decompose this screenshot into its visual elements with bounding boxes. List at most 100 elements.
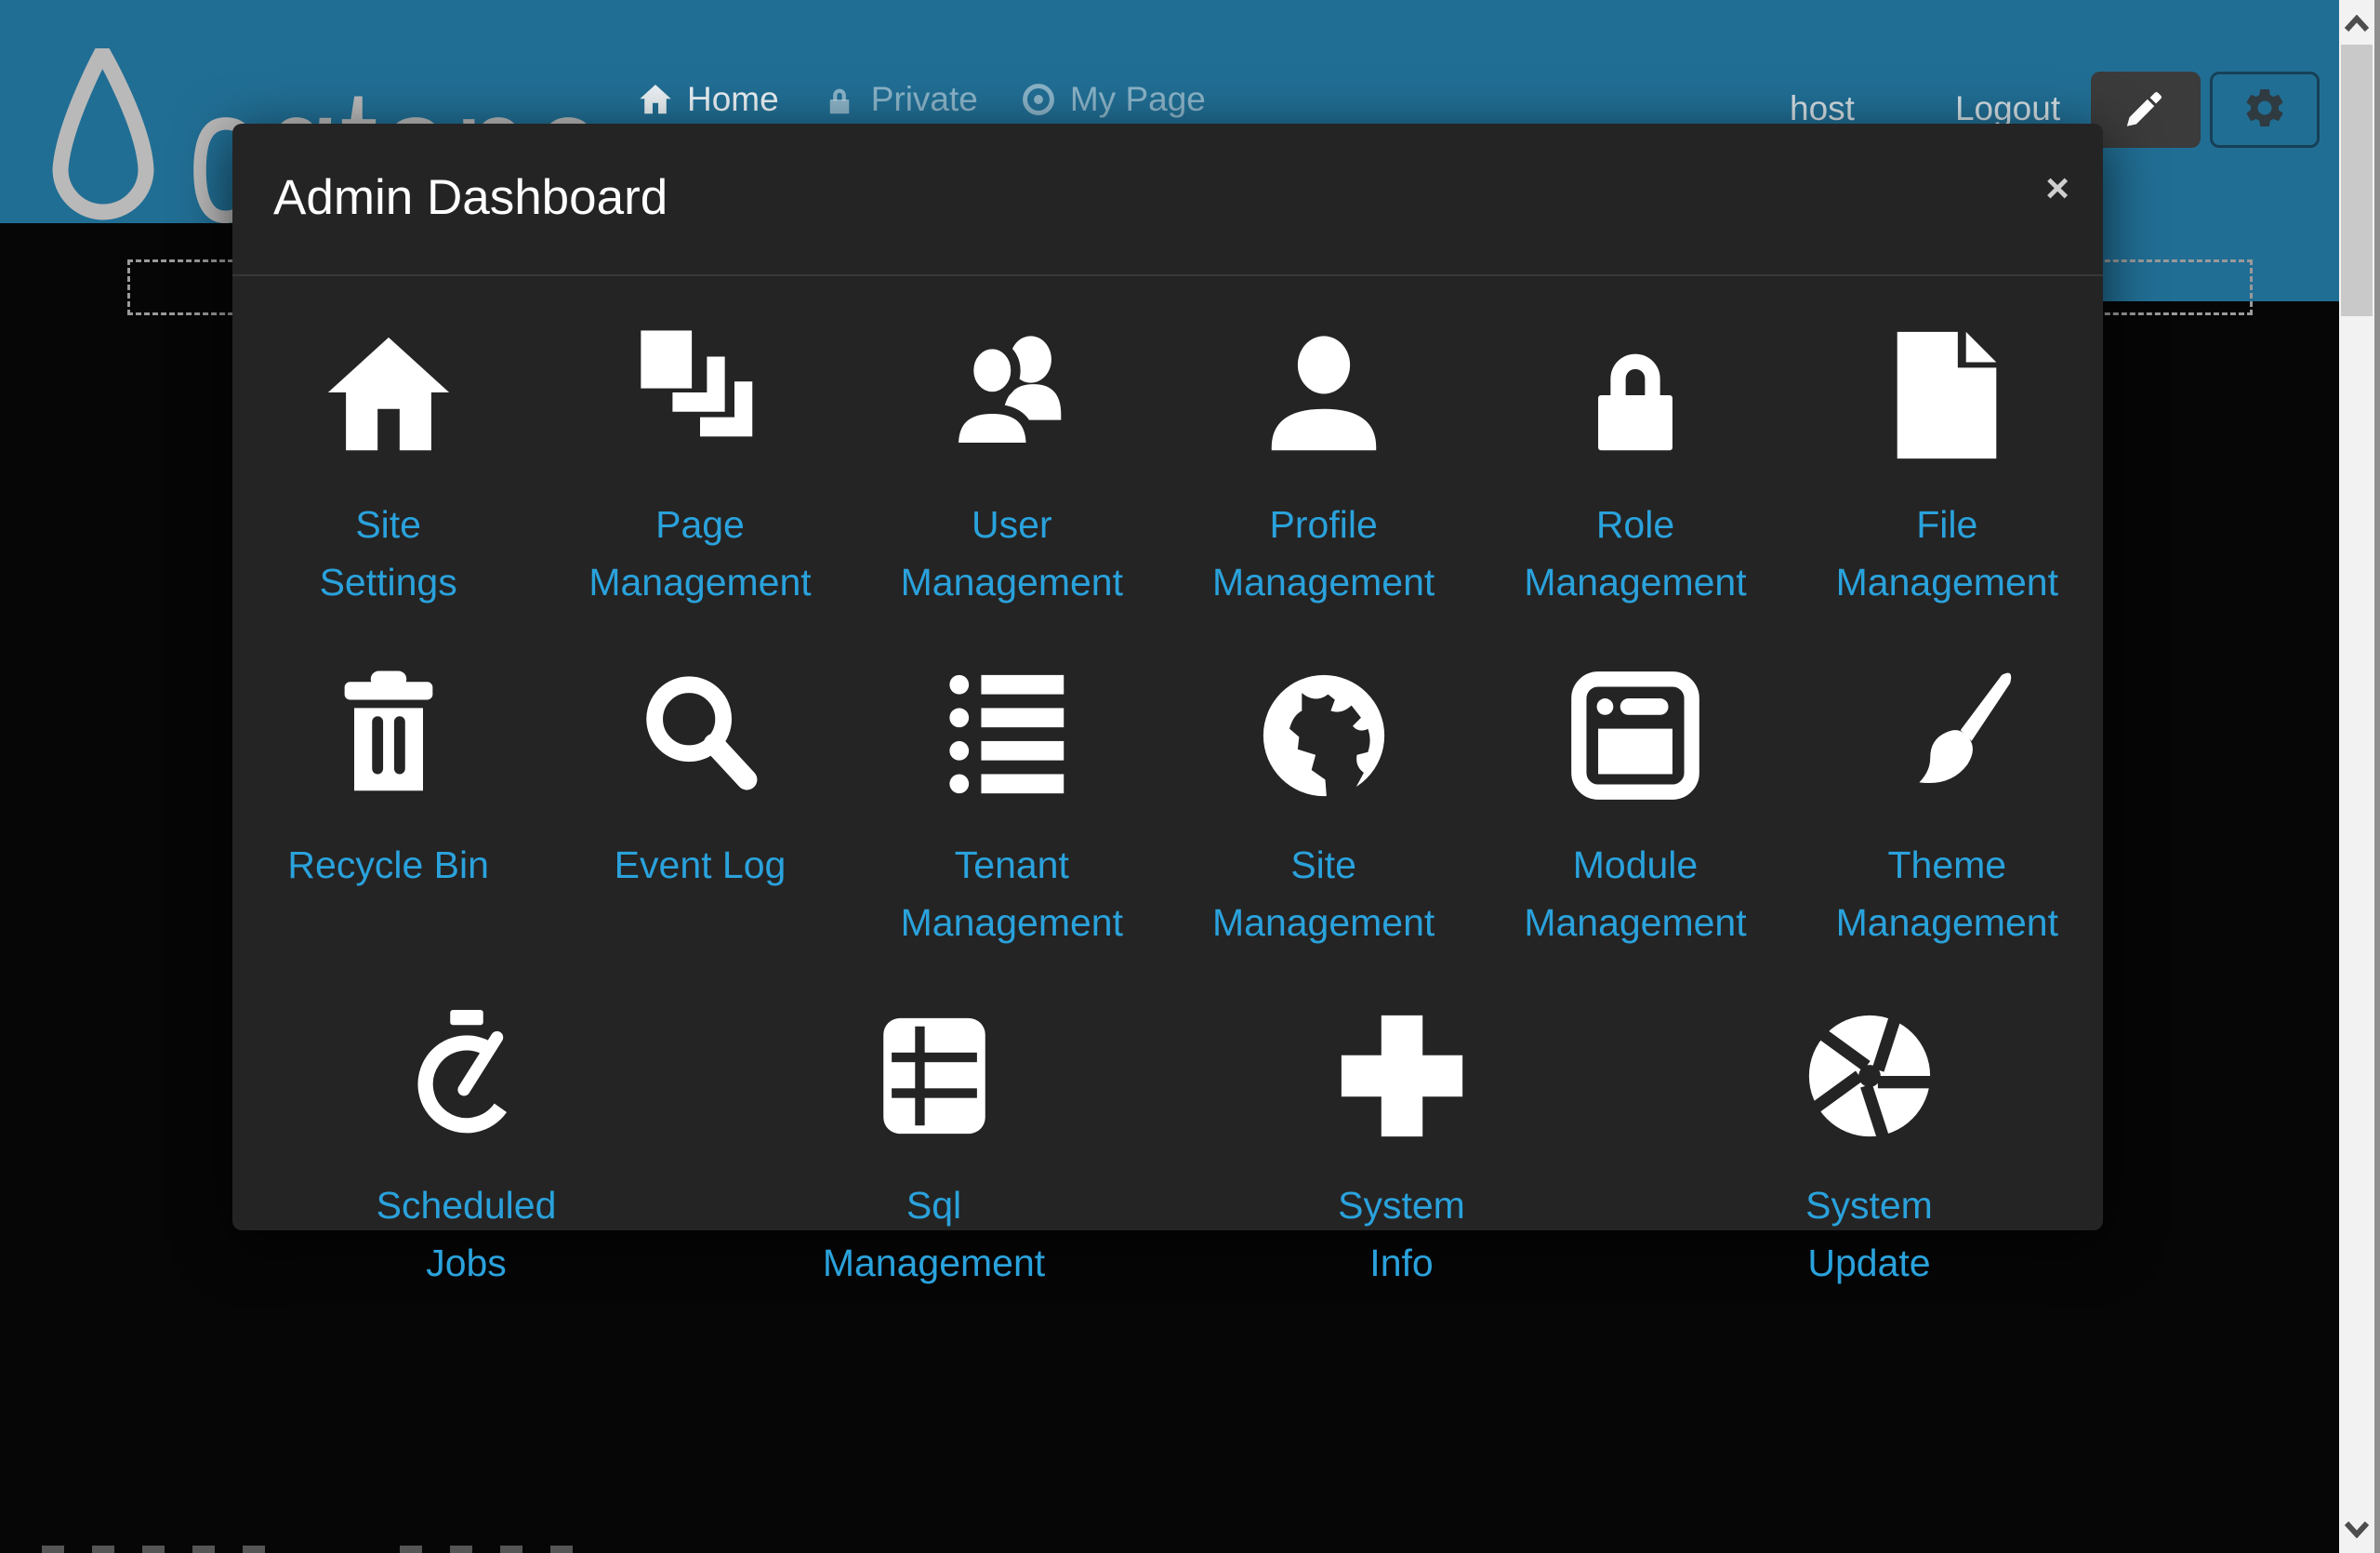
tile-label: UserManagement xyxy=(901,496,1123,611)
user-links: host Logout xyxy=(1790,89,2060,128)
clipped-bottom-content xyxy=(400,1546,600,1553)
scrollbar-thumb[interactable] xyxy=(2341,45,2373,316)
tile-label-line: Management xyxy=(901,553,1123,611)
search-icon xyxy=(631,657,769,814)
tile-label: ModuleManagement xyxy=(1524,836,1746,951)
admin-tile-tenant-management[interactable]: TenantManagement xyxy=(856,657,1168,957)
admin-tile-theme-management[interactable]: ThemeManagement xyxy=(1792,657,2103,957)
admin-tile-profile-management[interactable]: ProfileManagement xyxy=(1168,317,1479,617)
tile-row: SiteSettings PageManagement UserManageme… xyxy=(232,276,2103,617)
admin-tile-module-management[interactable]: ModuleManagement xyxy=(1479,657,1791,957)
tile-label: SqlManagement xyxy=(823,1176,1045,1292)
clipped-bottom-content xyxy=(42,1546,279,1553)
tile-label-line: Management xyxy=(1524,894,1746,951)
tile-label-line: Management xyxy=(901,894,1123,951)
file-icon xyxy=(1878,317,2016,473)
tile-label-line: Management xyxy=(1212,894,1435,951)
target-icon xyxy=(1021,82,1056,117)
globe-icon xyxy=(1255,657,1393,814)
close-icon[interactable]: × xyxy=(2045,168,2069,209)
tile-label: SystemUpdate xyxy=(1805,1176,1933,1292)
tile-label-line: Module xyxy=(1524,836,1746,894)
nav-item-private[interactable]: Private xyxy=(822,80,978,119)
tile-label: RoleManagement xyxy=(1524,496,1746,611)
nav-item-my-page[interactable]: My Page xyxy=(1021,80,1206,119)
admin-tile-site-settings[interactable]: SiteSettings xyxy=(232,317,544,617)
tile-label: ProfileManagement xyxy=(1212,496,1435,611)
admin-tile-user-management[interactable]: UserManagement xyxy=(856,317,1168,617)
tile-label-line: Management xyxy=(823,1234,1045,1292)
gear-icon xyxy=(2241,85,2288,136)
scroll-up-icon[interactable] xyxy=(2339,2,2374,45)
timer-icon xyxy=(398,998,536,1154)
admin-tile-recycle-bin[interactable]: Recycle Bin xyxy=(232,657,544,957)
tile-label-line: Role xyxy=(1524,496,1746,553)
vertical-scrollbar[interactable] xyxy=(2339,0,2380,1553)
pencil-icon xyxy=(2124,86,2167,134)
tile-label: PageManagement xyxy=(588,496,811,611)
admin-tile-role-management[interactable]: RoleManagement xyxy=(1479,317,1791,617)
person-icon xyxy=(1255,317,1393,473)
lock-icon xyxy=(1567,317,1704,473)
tile-label: SiteSettings xyxy=(320,496,457,611)
tile-label: Event Log xyxy=(615,836,787,894)
tile-label: ScheduledJobs xyxy=(377,1176,557,1292)
tile-label: FileManagement xyxy=(1836,496,2058,611)
tile-label-line: Jobs xyxy=(377,1234,557,1292)
list-icon xyxy=(943,657,1080,814)
admin-tile-grid: SiteSettings PageManagement UserManageme… xyxy=(232,276,2103,1297)
tile-label-line: Settings xyxy=(320,553,457,611)
tile-label: ThemeManagement xyxy=(1836,836,2058,951)
modal-header: Admin Dashboard × xyxy=(232,124,2103,276)
home-icon xyxy=(638,82,673,117)
tile-label-line: Management xyxy=(1836,894,2058,951)
scroll-down-icon[interactable] xyxy=(2339,1508,2374,1551)
admin-tile-scheduled-jobs[interactable]: ScheduledJobs xyxy=(232,998,700,1297)
admin-tile-page-management[interactable]: PageManagement xyxy=(544,317,855,617)
tile-label-line: Site xyxy=(320,496,457,553)
tile-label-line: User xyxy=(901,496,1123,553)
nav-item-label: Home xyxy=(687,80,779,119)
tile-label-line: System xyxy=(1805,1176,1933,1234)
edit-mode-button[interactable] xyxy=(2091,72,2201,148)
admin-dashboard-modal: Admin Dashboard × SiteSettings PageManag… xyxy=(232,124,2103,1230)
tile-label-line: Page xyxy=(588,496,811,553)
tile-row: Recycle Bin Event Log TenantManagement S… xyxy=(232,617,2103,957)
admin-tile-site-management[interactable]: SiteManagement xyxy=(1168,657,1479,957)
tile-label: TenantManagement xyxy=(901,836,1123,951)
tile-label-line: Update xyxy=(1805,1234,1933,1292)
tile-label-line: Management xyxy=(588,553,811,611)
admin-tile-event-log[interactable]: Event Log xyxy=(544,657,855,957)
admin-tile-system-info[interactable]: SystemInfo xyxy=(1168,998,1635,1297)
tile-label-line: Tenant xyxy=(901,836,1123,894)
modal-title: Admin Dashboard xyxy=(273,124,668,272)
tile-label-line: Recycle Bin xyxy=(287,836,488,894)
nav-item-label: My Page xyxy=(1070,80,1206,119)
logout-link[interactable]: Logout xyxy=(1955,89,2060,128)
tile-label-line: Event Log xyxy=(615,836,787,894)
tile-label-line: Sql xyxy=(823,1176,1045,1234)
tile-label-line: Management xyxy=(1212,553,1435,611)
admin-tile-file-management[interactable]: FileManagement xyxy=(1792,317,2103,617)
tile-label-line: Scheduled xyxy=(377,1176,557,1234)
shutter-icon xyxy=(1801,998,1938,1154)
tile-label: SiteManagement xyxy=(1212,836,1435,951)
main-nav: Home Private My Page xyxy=(638,80,1206,119)
table-icon xyxy=(866,998,1003,1154)
users-icon xyxy=(943,317,1080,473)
window-icon xyxy=(1567,657,1704,814)
nav-item-label: Private xyxy=(871,80,978,119)
control-panel-button[interactable] xyxy=(2210,72,2320,148)
lock-icon xyxy=(822,82,857,117)
tile-label-line: Management xyxy=(1524,553,1746,611)
tile-row: ScheduledJobs SqlManagementSystemInfo xyxy=(232,957,2103,1297)
tile-label-line: Info xyxy=(1338,1234,1465,1292)
admin-tile-sql-management[interactable]: SqlManagement xyxy=(700,998,1168,1297)
tile-label: Recycle Bin xyxy=(287,836,488,894)
tile-label-line: Profile xyxy=(1212,496,1435,553)
plus-icon xyxy=(1333,998,1471,1154)
nav-item-home[interactable]: Home xyxy=(638,80,779,119)
host-link[interactable]: host xyxy=(1790,89,1855,128)
admin-tile-system-update[interactable]: SystemUpdate xyxy=(1635,998,2103,1297)
trash-icon xyxy=(320,657,457,814)
